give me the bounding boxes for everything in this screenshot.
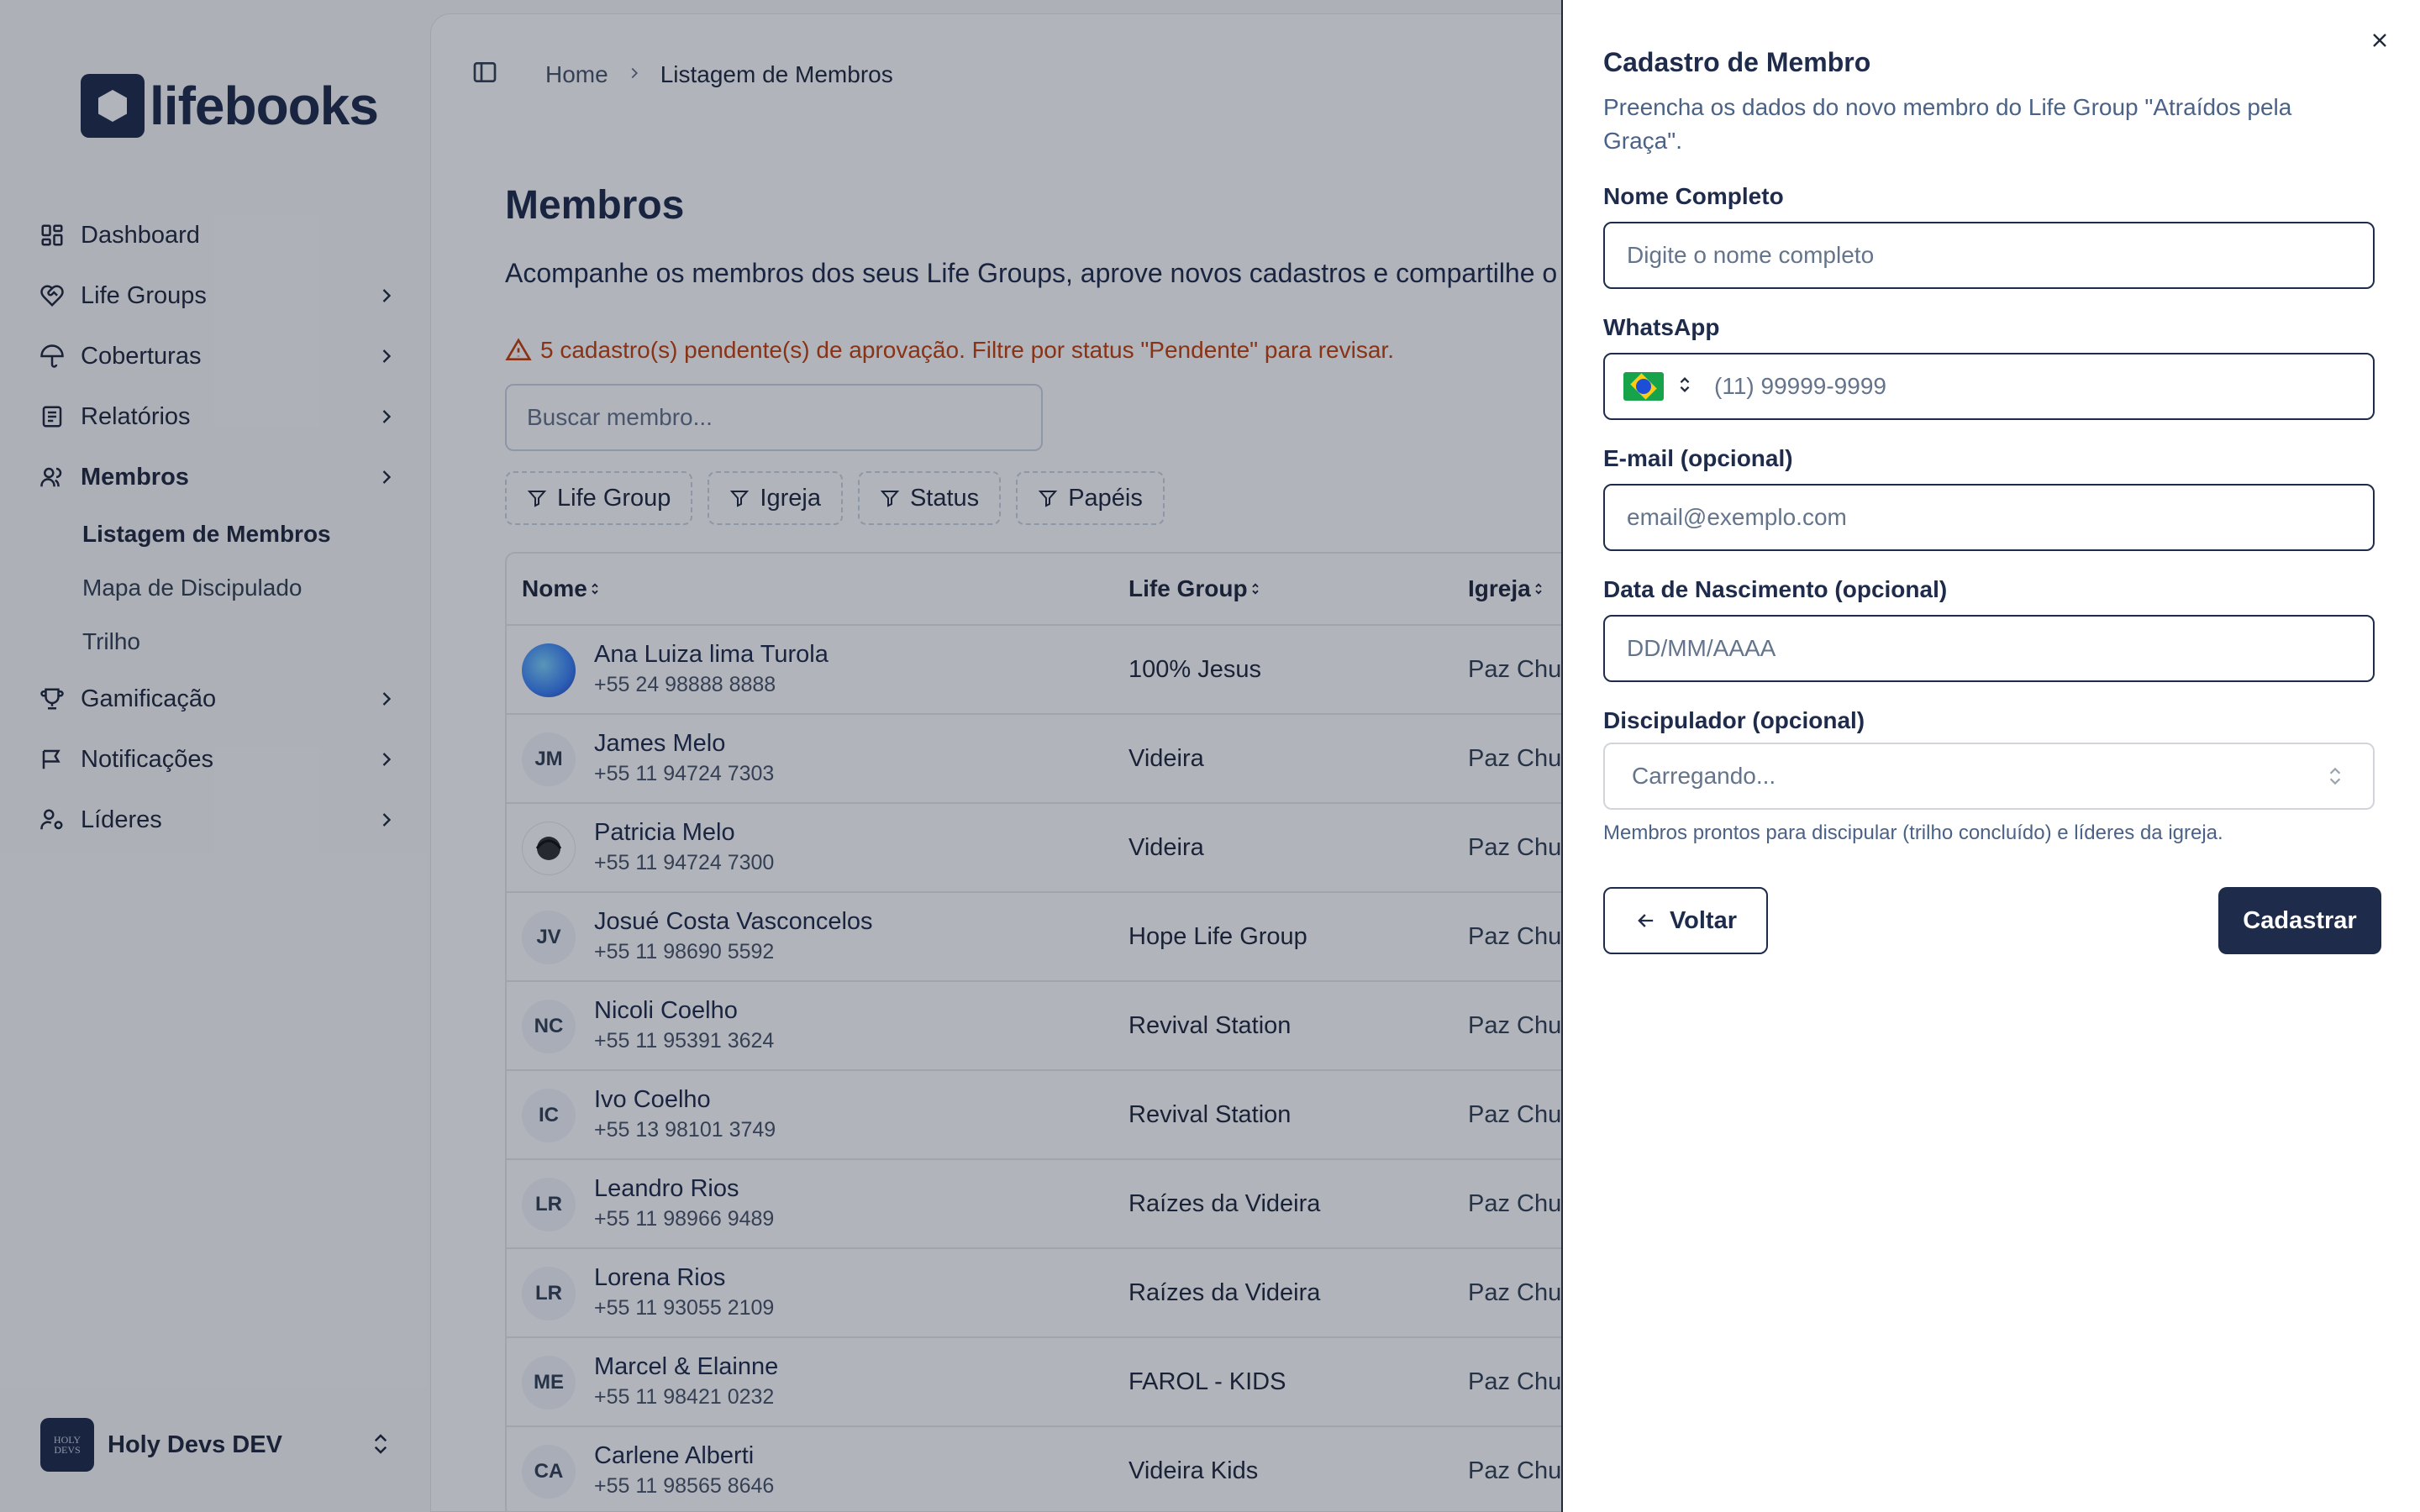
birthdate-input[interactable] [1603,615,2375,682]
discipler-select[interactable]: Carregando... [1603,743,2375,810]
back-button-label: Voltar [1669,906,1738,934]
birthdate-label: Data de Nascimento (opcional) [1603,576,1948,602]
add-member-drawer: Cadastro de Membro Preencha os dados do … [1561,0,2420,1512]
close-icon[interactable] [2365,25,2395,55]
discipler-select-value: Carregando... [1632,763,1776,789]
full-name-input[interactable] [1603,222,2375,289]
whatsapp-label: WhatsApp [1603,314,1720,340]
drawer-description: Preencha os dados do novo membro do Life… [1603,94,2292,154]
back-button[interactable]: Voltar [1603,887,1768,954]
email-label: E-mail (opcional) [1603,445,1793,471]
name-label: Nome Completo [1603,183,1784,209]
drawer-title: Cadastro de Membro [1603,47,1871,77]
chevrons-up-down-icon[interactable] [1676,373,1694,401]
discipler-label: Discipulador (opcional) [1603,707,1865,733]
whatsapp-input[interactable] [1714,373,2302,400]
brazil-flag-icon[interactable] [1623,372,1664,401]
chevrons-up-down-icon [2324,764,2346,794]
discipler-hint: Membros prontos para discipular (trilho … [1603,822,2223,844]
whatsapp-field [1603,353,2375,420]
submit-button[interactable]: Cadastrar [2218,887,2381,954]
email-input[interactable] [1603,484,2375,551]
arrow-left-icon [1638,914,1654,927]
